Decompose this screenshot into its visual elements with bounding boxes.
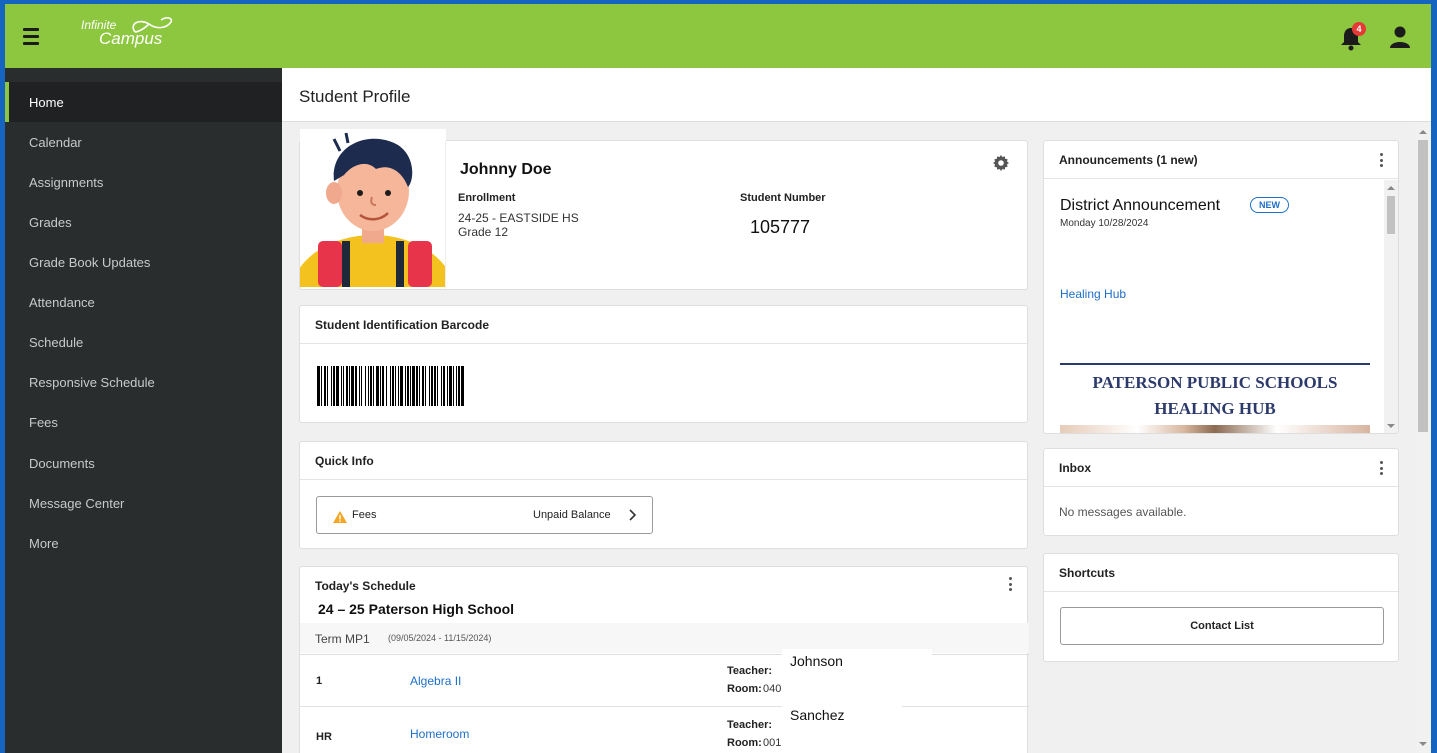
app-window: Infinite Campus 4 Home Calendar Assignme…: [5, 4, 1431, 753]
fees-label: Fees: [352, 509, 377, 521]
sidebar-item-attendance[interactable]: Attendance: [5, 282, 282, 322]
logo-swirl-icon: [132, 17, 173, 33]
notifications-bell-icon[interactable]: 4: [1339, 22, 1369, 52]
inbox-card: Inbox No messages available.: [1043, 448, 1399, 536]
enrollment-grade: Grade 12: [458, 225, 509, 239]
term-name: Term MP1: [315, 632, 370, 646]
sidebar-item-home[interactable]: Home: [5, 82, 282, 122]
healing-hub-banner: PATERSON PUBLIC SCHOOLS HEALING HUB: [1060, 363, 1370, 433]
hamburger-menu-icon[interactable]: [17, 22, 45, 50]
course-link-homeroom[interactable]: Homeroom: [410, 727, 469, 741]
room-label: Room:: [727, 737, 762, 749]
infinite-campus-logo[interactable]: Infinite Campus: [77, 14, 187, 54]
chevron-right-icon: [629, 509, 637, 521]
sidebar-item-responsive-schedule[interactable]: Responsive Schedule: [5, 362, 282, 402]
shortcuts-card: Shortcuts Contact List: [1043, 553, 1399, 662]
enrollment-label: Enrollment: [458, 192, 516, 204]
sidebar-item-more[interactable]: More: [5, 523, 282, 563]
sidebar-item-message-center[interactable]: Message Center: [5, 483, 282, 523]
todays-schedule-card: Today's Schedule 24 – 25 Paterson High S…: [299, 566, 1029, 753]
notification-count-badge: 4: [1352, 22, 1366, 36]
schedule-row: 1 Algebra II Teacher: Johnson Room: 040: [300, 649, 1029, 707]
term-dates: (09/05/2024 - 11/15/2024): [388, 633, 492, 643]
top-bar: Infinite Campus 4: [5, 4, 1431, 68]
student-barcode-image: [317, 366, 597, 406]
room-number: 040: [763, 683, 782, 695]
sidebar-item-schedule[interactable]: Schedule: [5, 322, 282, 362]
student-name: Johnny Doe: [460, 161, 552, 178]
new-badge: NEW: [1250, 197, 1289, 213]
shortcuts-title: Shortcuts: [1044, 554, 1398, 592]
announcements-more-icon[interactable]: [1380, 153, 1384, 167]
teacher-label: Teacher:: [727, 665, 773, 677]
barcode-card-title: Student Identification Barcode: [300, 306, 1027, 344]
barcode-card: Student Identification Barcode: [299, 305, 1028, 423]
inbox-more-icon[interactable]: [1380, 461, 1384, 475]
announcement-date: Monday 10/28/2024: [1060, 218, 1149, 229]
quick-info-title: Quick Info: [300, 442, 1027, 480]
school-name: 24 – 25 Paterson High School: [310, 594, 602, 624]
student-number-label: Student Number: [740, 192, 826, 204]
teacher-name: Sanchez: [782, 704, 902, 726]
sidebar-item-grades[interactable]: Grades: [5, 202, 282, 242]
announcement-item: District Announcement NEW Monday 10/28/2…: [1044, 180, 1384, 433]
contact-list-button[interactable]: Contact List: [1060, 607, 1384, 645]
page-header: Student Profile: [282, 68, 1431, 122]
schedule-row: HR Homeroom Teacher: Sanchez Room: 001: [300, 704, 1029, 753]
quick-info-card: Quick Info Fees Unpaid Balance: [299, 441, 1028, 549]
announcements-title: Announcements (1 new): [1044, 141, 1398, 179]
period-label: 1: [316, 675, 323, 687]
announcement-title: District Announcement: [1060, 197, 1221, 214]
period-label: HR: [316, 731, 332, 743]
schedule-more-icon[interactable]: [1009, 577, 1013, 591]
user-account-icon[interactable]: [1387, 24, 1413, 50]
room-label: Room:: [727, 683, 762, 695]
sidebar-nav: Home Calendar Assignments Grades Grade B…: [5, 68, 282, 753]
student-avatar: [300, 129, 446, 287]
main-content: Student Profile Johnny Doe Enrollment 24…: [282, 68, 1431, 753]
inbox-title: Inbox: [1044, 449, 1398, 487]
sidebar-item-assignments[interactable]: Assignments: [5, 162, 282, 202]
page-scrollbar[interactable]: [1415, 122, 1431, 753]
sidebar-item-documents[interactable]: Documents: [5, 443, 282, 483]
fees-quick-info-button[interactable]: Fees Unpaid Balance: [316, 496, 653, 534]
announcements-scrollbar[interactable]: [1384, 180, 1398, 433]
sidebar-item-fees[interactable]: Fees: [5, 402, 282, 442]
enrollment-school: 24-25 - EASTSIDE HS: [458, 211, 579, 225]
student-number: 105777: [750, 217, 811, 237]
healing-hub-link[interactable]: Healing Hub: [1060, 287, 1126, 301]
room-number: 001: [763, 737, 782, 749]
student-profile-card: Johnny Doe Enrollment 24-25 - EASTSIDE H…: [299, 129, 1028, 290]
teacher-name: Johnson: [782, 649, 932, 673]
course-link-algebra-ii[interactable]: Algebra II: [410, 674, 461, 688]
todays-schedule-title: Today's Schedule: [315, 579, 416, 593]
teacher-label: Teacher:: [727, 719, 773, 731]
fees-status: Unpaid Balance: [533, 509, 611, 521]
page-title: Student Profile: [299, 87, 411, 106]
inbox-empty-message: No messages available.: [1059, 505, 1187, 519]
gear-icon[interactable]: [993, 155, 1009, 171]
announcements-card: Announcements (1 new) District Announcem…: [1043, 140, 1399, 434]
warning-icon: [333, 511, 347, 523]
sidebar-item-grade-book-updates[interactable]: Grade Book Updates: [5, 242, 282, 282]
sidebar-item-calendar[interactable]: Calendar: [5, 122, 282, 162]
